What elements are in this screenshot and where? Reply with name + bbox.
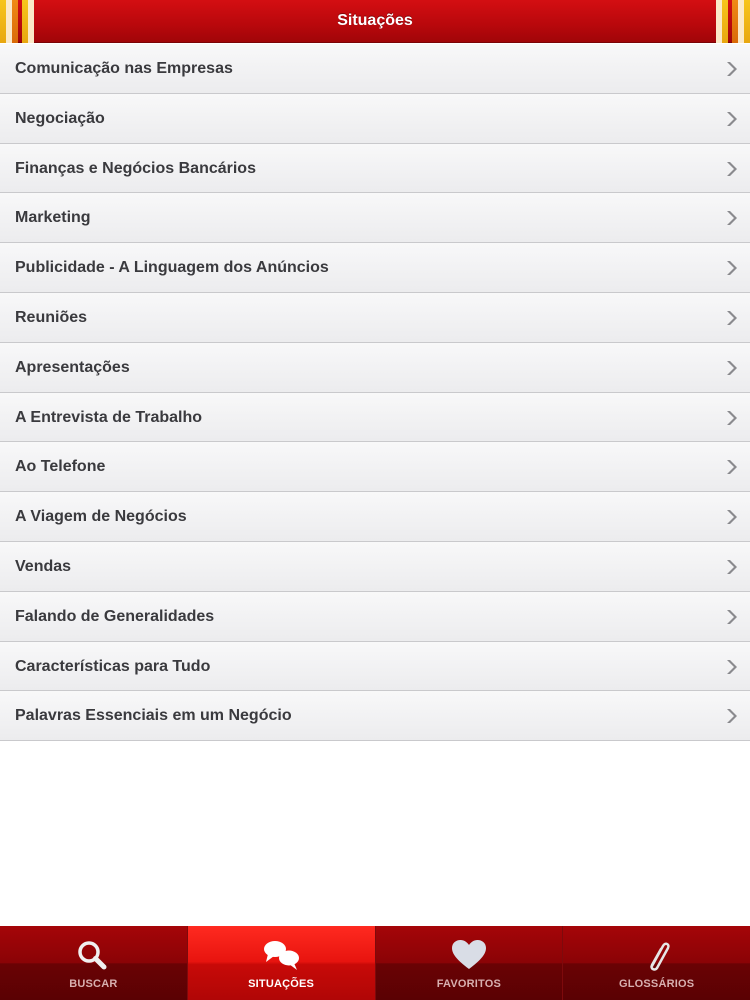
list-item-label: Negociação	[15, 109, 105, 127]
tab-label: GLOSSÁRIOS	[618, 978, 695, 990]
list-item-label: Palavras Essenciais em um Negócio	[15, 707, 292, 725]
chevron-right-icon	[727, 510, 737, 525]
decorative-stripes-right	[714, 0, 750, 43]
chevron-right-icon	[727, 310, 737, 325]
chevron-right-icon	[727, 609, 737, 624]
tab-label: FAVORITOS	[436, 978, 502, 990]
list-item[interactable]: Vendas	[0, 541, 750, 592]
chevron-right-icon	[727, 111, 737, 126]
chevron-right-icon	[727, 559, 737, 574]
list-item[interactable]: Apresentações	[0, 342, 750, 393]
list-item-label: Ao Telefone	[15, 458, 106, 476]
list-item[interactable]: Publicidade - A Linguagem dos Anúncios	[0, 243, 750, 293]
chevron-right-icon	[727, 211, 737, 226]
list-item[interactable]: A Entrevista de Trabalho	[0, 392, 750, 443]
list-item-label: Marketing	[15, 209, 91, 227]
chevron-right-icon	[727, 460, 737, 475]
list-item-label: Falando de Generalidades	[15, 607, 215, 625]
list-item-label: Publicidade - A Linguagem dos Anúncios	[15, 259, 329, 277]
situations-list: Comunicação nas Empresas Negociação Fina…	[0, 44, 750, 742]
tab-situacoes[interactable]: SITUAÇÕES	[186, 926, 375, 1000]
search-icon	[78, 941, 107, 970]
list-item[interactable]: Palavras Essenciais em um Negócio	[0, 691, 750, 742]
list-item-label: Apresentações	[15, 358, 130, 376]
page-title: Situações	[337, 12, 413, 29]
tab-label: BUSCAR	[69, 978, 118, 990]
tab-label: SITUAÇÕES	[248, 978, 315, 990]
paperclip-icon	[649, 942, 670, 971]
list-item[interactable]: Finanças e Negócios Bancários	[0, 143, 750, 194]
list-item-label: Comunicação nas Empresas	[15, 60, 233, 77]
chevron-right-icon	[727, 410, 737, 425]
list-item[interactable]: Comunicação nas Empresas	[0, 44, 750, 94]
list-item-label: A Entrevista de Trabalho	[15, 408, 203, 426]
list-item[interactable]: Marketing	[0, 193, 750, 244]
list-item-label: Reuniões	[15, 308, 88, 326]
list-item-label: Vendas	[15, 557, 72, 575]
list-item[interactable]: Ao Telefone	[0, 442, 750, 493]
list-item[interactable]: Reuniões	[0, 292, 750, 343]
chevron-right-icon	[727, 709, 737, 724]
chevron-right-icon	[727, 659, 737, 674]
chevron-right-icon	[727, 62, 737, 76]
tab-glossarios[interactable]: GLOSSÁRIOS	[562, 926, 750, 1000]
navigation-bar: Situações	[0, 0, 750, 43]
list-item-label: Características para Tudo	[15, 657, 211, 675]
list-item[interactable]: Falando de Generalidades	[0, 591, 750, 642]
tab-buscar[interactable]: BUSCAR	[0, 926, 187, 1000]
list-item-label: A Viagem de Negócios	[15, 508, 187, 526]
tab-favoritos[interactable]: FAVORITOS	[374, 926, 563, 1000]
tab-bar: BUSCAR SITUAÇÕES FAVORITOS GLOSSÁRIOS	[0, 926, 750, 1000]
chevron-right-icon	[727, 261, 737, 276]
list-item-label: Finanças e Negócios Bancários	[15, 159, 256, 177]
list-item[interactable]: Negociação	[0, 93, 750, 144]
chevron-right-icon	[727, 360, 737, 375]
chevron-right-icon	[727, 161, 737, 176]
list-item[interactable]: Características para Tudo	[0, 641, 750, 692]
heart-icon	[451, 940, 486, 969]
speech-bubbles-icon	[264, 941, 300, 970]
list-item[interactable]: A Viagem de Negócios	[0, 492, 750, 542]
